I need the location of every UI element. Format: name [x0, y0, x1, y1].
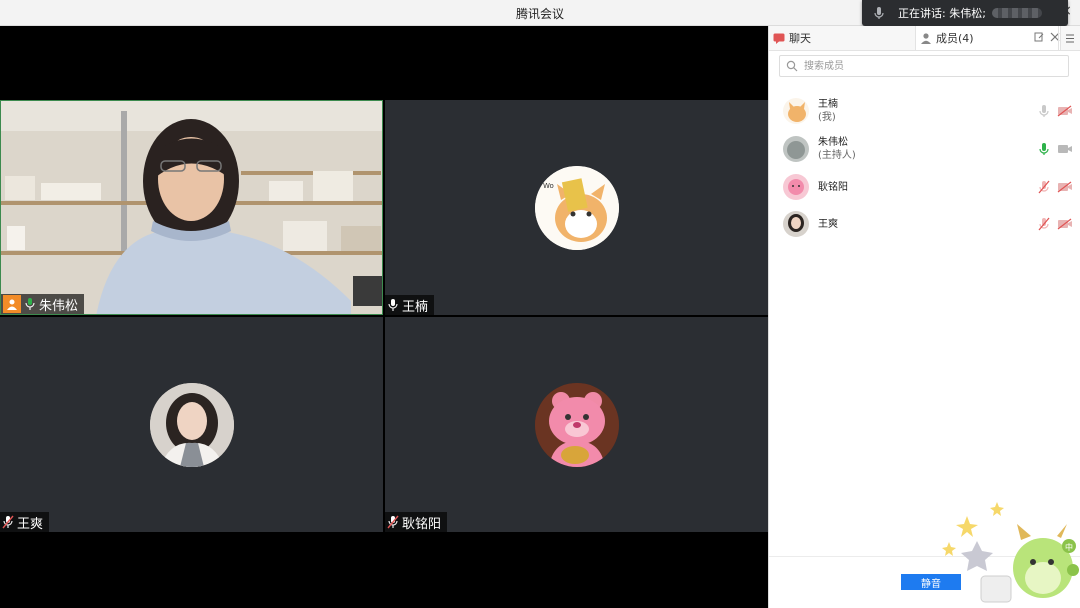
participant-name: 朱伟松 [39, 298, 79, 314]
member-name: 王爽 [818, 218, 838, 230]
camera-icon[interactable] [1057, 143, 1073, 155]
participant-name: 王楠 [402, 299, 429, 315]
tab-tools [1034, 32, 1060, 42]
video-stage: 朱伟松 Wo 王楠 王爽 耿铭阳 [0, 26, 768, 608]
member-info: 耿铭阳 [818, 181, 848, 194]
avatar [534, 382, 619, 467]
camera-off-icon[interactable] [1057, 218, 1073, 230]
svg-text:Wo: Wo [543, 182, 554, 190]
avatar [783, 136, 809, 162]
svg-text:中: 中 [1065, 542, 1073, 552]
video-tile[interactable]: 王爽 [0, 317, 383, 532]
member-name: 朱伟松 [818, 137, 848, 148]
avatar [149, 382, 234, 467]
side-panel: 聊天 成员(4) 搜索成员 王楠 (我) 朱伟松 (主持人) 耿铭阳 王爽 静音… [768, 26, 1080, 608]
microphone-muted-icon[interactable] [1037, 180, 1051, 194]
microphone-active-icon [25, 298, 35, 310]
search-input[interactable] [802, 59, 1066, 73]
member-row[interactable]: 王爽 [783, 209, 1073, 239]
microphone-muted-icon [2, 515, 14, 529]
member-info: 王爽 [818, 218, 838, 231]
participant-name: 王爽 [17, 516, 44, 532]
avatar [783, 174, 809, 200]
microphone-icon[interactable] [1037, 104, 1051, 118]
member-name: 王楠 [818, 99, 838, 110]
member-role: (主持人) [818, 150, 856, 161]
tab-members[interactable]: 成员(4) [915, 26, 1061, 50]
camera-off-icon[interactable] [1057, 181, 1073, 193]
video-tile[interactable]: 耿铭阳 [385, 317, 768, 532]
member-info: 朱伟松 (主持人) [818, 136, 856, 162]
microphone-active-icon[interactable] [1037, 142, 1051, 156]
name-tag: 王爽 [0, 512, 50, 532]
speaking-label: 正在讲话: 朱伟松; [898, 7, 986, 20]
panel-tabs: 聊天 成员(4) [769, 26, 1080, 51]
member-info: 王楠 (我) [818, 98, 838, 124]
microphone-icon [388, 299, 398, 311]
name-tag: 耿铭阳 [385, 512, 448, 532]
dragon-sticker: 中 [942, 502, 1079, 603]
tab-chat[interactable]: 聊天 [773, 26, 811, 50]
tab-members-label: 成员(4) [936, 32, 974, 45]
member-row[interactable]: 朱伟松 (主持人) [783, 134, 1073, 164]
microphone-muted-icon [387, 515, 399, 529]
popout-icon[interactable] [1034, 32, 1044, 42]
chat-icon [773, 33, 785, 44]
blurred-region [991, 8, 1042, 18]
video-tile[interactable]: Wo 王楠 [385, 100, 768, 315]
host-badge-icon [3, 295, 21, 313]
tab-chat-label: 聊天 [789, 32, 811, 45]
hamburger-icon [1066, 34, 1074, 42]
avatar [783, 211, 809, 237]
camera-off-icon[interactable] [1057, 105, 1073, 117]
avatar: Wo [534, 165, 619, 250]
name-tag: 王楠 [385, 295, 435, 315]
video-feed [1, 101, 382, 314]
members-icon [921, 33, 931, 44]
video-tile-host[interactable]: 朱伟松 [0, 100, 383, 315]
participant-name: 耿铭阳 [402, 516, 442, 532]
search-icon [786, 60, 798, 72]
microphone-muted-icon[interactable] [1037, 217, 1051, 231]
member-search[interactable] [779, 55, 1069, 77]
microphone-icon [874, 7, 884, 19]
avatar [783, 98, 809, 124]
member-role: (我) [818, 112, 836, 123]
member-row[interactable]: 王楠 (我) [783, 96, 1073, 126]
speaking-indicator: 正在讲话: 朱伟松; [862, 0, 1068, 26]
name-tag: 朱伟松 [1, 294, 85, 314]
member-row[interactable]: 耿铭阳 [783, 172, 1073, 202]
member-name: 耿铭阳 [818, 181, 848, 193]
menu-button[interactable] [1058, 26, 1080, 50]
